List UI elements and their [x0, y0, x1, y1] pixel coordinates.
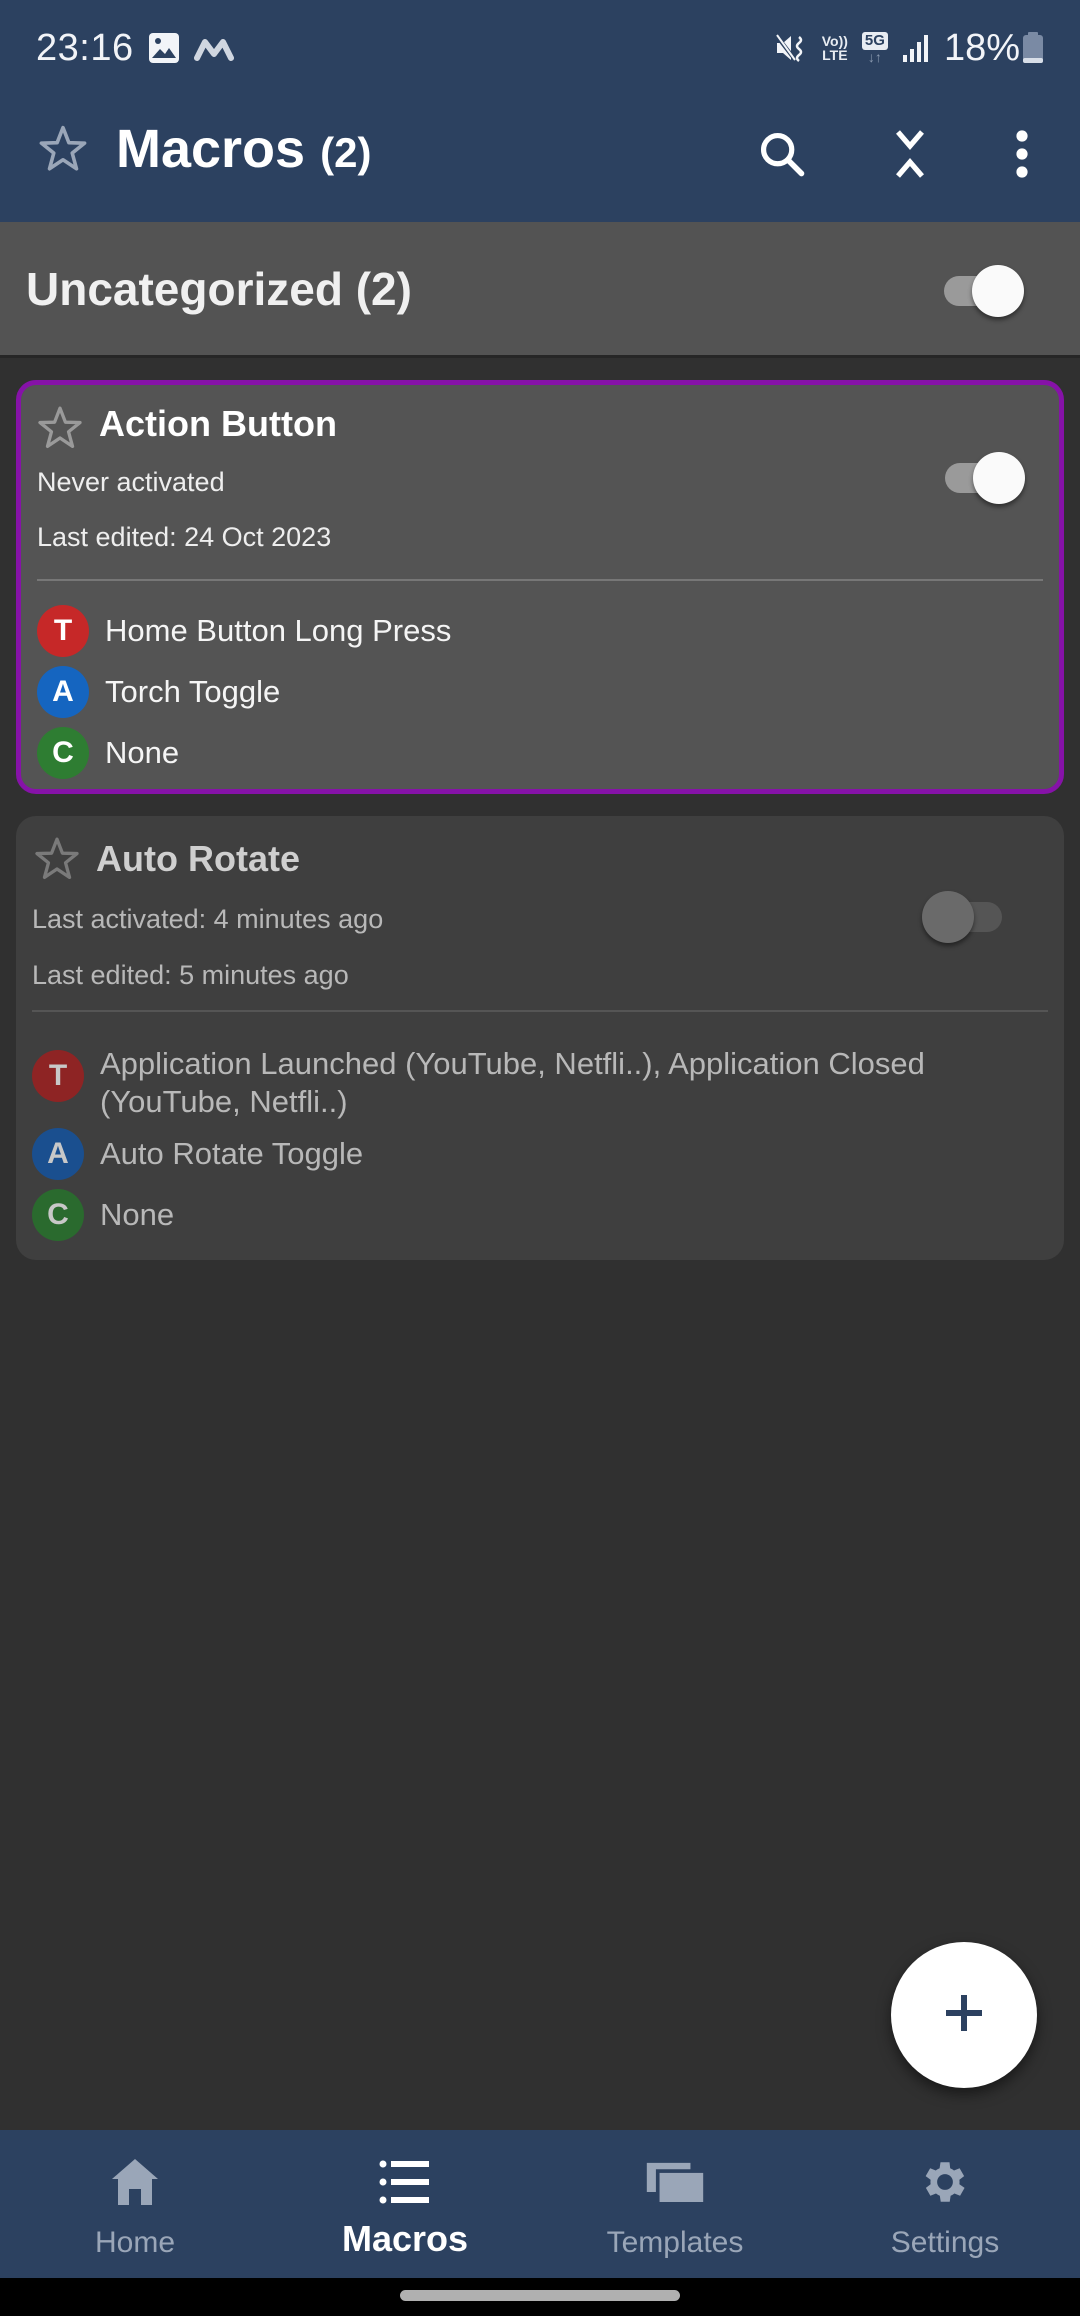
constraint-text: None [105, 735, 180, 770]
action-text: Auto Rotate Toggle [100, 1136, 364, 1171]
macro-name: Action Button [99, 403, 337, 444]
app-bar: Macros (2) [0, 96, 1080, 222]
macro-enable-switch[interactable] [941, 447, 1025, 505]
status-left: 23:16 [36, 27, 234, 70]
volte-icon: Vo)) LTE [822, 34, 848, 62]
constraint-text: None [100, 1197, 175, 1232]
gear-icon [915, 2152, 975, 2212]
5g-data-icon: 5G ↓↑ [861, 32, 888, 65]
category-title: Uncategorized (2) [26, 263, 412, 315]
trigger-badge-icon: T [32, 1050, 84, 1102]
card-divider [32, 1010, 1048, 1012]
nav-item-home[interactable]: Home [0, 2130, 270, 2278]
bottom-navigation: Home Macros Templates Settings [0, 2130, 1080, 2278]
trigger-badge-icon: T [37, 605, 89, 657]
status-time: 23:16 [36, 26, 134, 69]
category-header[interactable]: Uncategorized (2) [0, 222, 1080, 358]
macro-last-edited: Last edited: 24 Oct 2023 [37, 522, 332, 552]
battery-percent: 18% [943, 26, 1020, 69]
more-options-button[interactable] [986, 120, 1058, 192]
mute-vibrate-icon [774, 31, 808, 65]
home-icon [105, 2152, 165, 2212]
macro-card-auto-rotate[interactable]: Auto Rotate Last activated: 4 minutes ag… [16, 816, 1064, 1260]
battery-icon [1022, 32, 1044, 64]
favorite-star-icon[interactable] [32, 834, 82, 889]
nav-item-templates[interactable]: Templates [540, 2130, 810, 2278]
status-bar: 23:16 Vo)) LTE 5G ↓↑ 18% [0, 0, 1080, 96]
switch-thumb [922, 891, 974, 943]
macro-name: Auto Rotate [96, 838, 300, 879]
macro-enable-switch[interactable] [922, 886, 1006, 944]
card-divider [37, 579, 1043, 581]
search-icon [756, 128, 808, 185]
nav-label-macros: Macros [341, 2218, 469, 2259]
constraint-badge-icon: C [32, 1189, 84, 1241]
home-gesture-handle[interactable] [400, 2290, 680, 2301]
action-text: Torch Toggle [105, 674, 281, 709]
favorites-star-icon[interactable] [36, 122, 90, 181]
nav-label-templates: Templates [606, 2226, 744, 2259]
macro-last-edited: Last edited: 5 minutes ago [32, 960, 349, 990]
plus-icon [944, 1993, 984, 2038]
action-row: A Torch Toggle [37, 666, 1043, 718]
search-button[interactable] [746, 120, 818, 192]
macro-activation-status: Never activated [37, 467, 225, 497]
category-enable-switch[interactable] [940, 260, 1024, 318]
data-arrows-icon: ↓↑ [867, 49, 882, 65]
macro-count: (2) [320, 129, 372, 176]
trigger-row: T Home Button Long Press [37, 605, 1043, 657]
switch-thumb [973, 452, 1025, 504]
templates-icon [645, 2152, 705, 2212]
network-type: 5G [861, 32, 888, 50]
constraint-badge-icon: C [37, 727, 89, 779]
add-macro-button[interactable] [891, 1942, 1037, 2088]
page-title: Macros (2) [116, 118, 371, 180]
action-badge-icon: A [32, 1128, 84, 1180]
trigger-text: Application Launched (YouTube, Netfli..)… [100, 1046, 925, 1119]
nav-label-settings: Settings [890, 2226, 1000, 2259]
nav-item-macros[interactable]: Macros [270, 2130, 540, 2278]
gallery-icon [148, 32, 180, 64]
favorite-star-icon[interactable] [35, 403, 85, 458]
action-badge-icon: A [37, 666, 89, 718]
system-gesture-bar [0, 2278, 1080, 2316]
signal-icon [902, 33, 930, 63]
macro-card-action-button[interactable]: Action Button Never activated Last edite… [16, 380, 1064, 794]
switch-thumb [972, 265, 1024, 317]
macro-activation-status: Last activated: 4 minutes ago [32, 904, 384, 934]
volte-line2: LTE [822, 47, 848, 63]
trigger-row: T Application Launched (YouTube, Netfli.… [32, 1038, 1024, 1121]
macrodroid-icon [193, 34, 234, 62]
trigger-text: Home Button Long Press [105, 613, 452, 648]
constraint-row: C None [37, 727, 1043, 779]
page-title-text: Macros [116, 119, 306, 179]
nav-item-settings[interactable]: Settings [810, 2130, 1080, 2278]
status-right: Vo)) LTE 5G ↓↑ 18% [774, 27, 1044, 70]
nav-label-home: Home [94, 2226, 176, 2259]
collapse-all-icon [890, 128, 930, 185]
collapse-all-button[interactable] [874, 120, 946, 192]
list-icon [375, 2152, 435, 2212]
more-options-icon [1012, 129, 1032, 183]
action-row: A Auto Rotate Toggle [32, 1128, 1048, 1180]
constraint-row: C None [32, 1189, 1048, 1241]
